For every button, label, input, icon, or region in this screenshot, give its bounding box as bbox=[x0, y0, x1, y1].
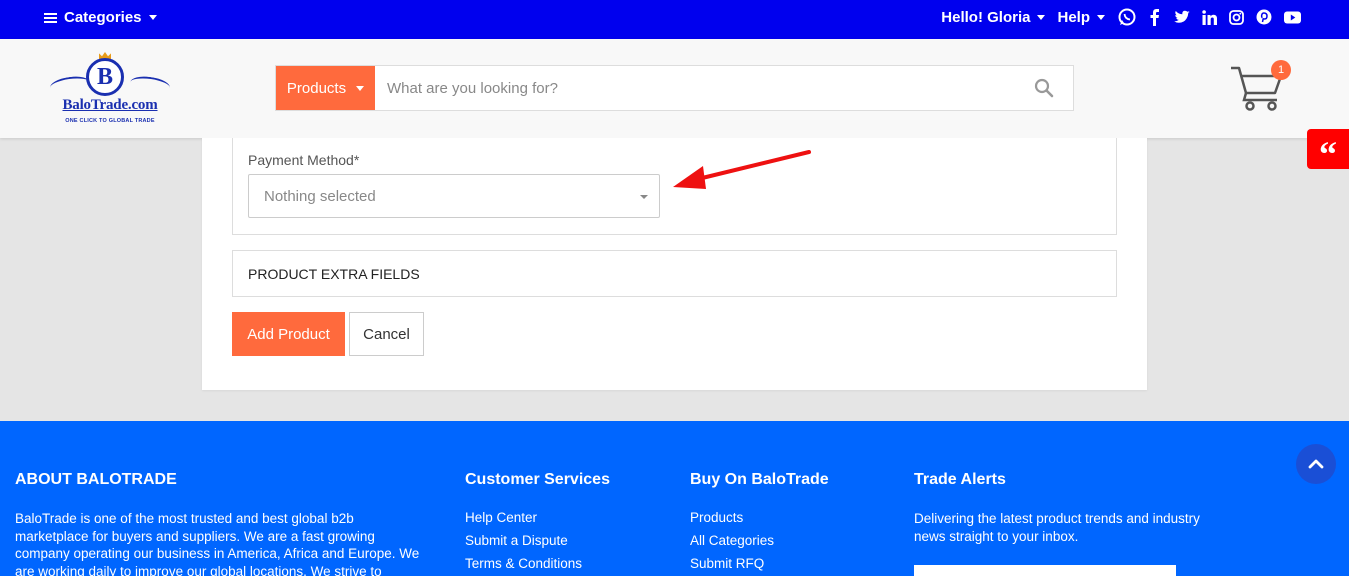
facebook-icon[interactable] bbox=[1149, 8, 1161, 26]
add-product-button[interactable]: Add Product bbox=[232, 312, 345, 356]
top-bar: Categories Hello! Gloria Help bbox=[0, 0, 1349, 39]
cancel-button[interactable]: Cancel bbox=[349, 312, 424, 356]
search-category-label: Products bbox=[286, 79, 347, 97]
search-input[interactable] bbox=[375, 66, 1015, 110]
footer-about-title: ABOUT BALOTRADE bbox=[15, 471, 177, 488]
footer-buy-on: Buy On BaloTrade Products All Categories… bbox=[690, 471, 890, 576]
payment-method-select[interactable]: Nothing selected bbox=[248, 174, 660, 218]
payment-method-label: Payment Method* bbox=[248, 152, 360, 168]
payment-method-value: Nothing selected bbox=[264, 188, 376, 205]
cart-button[interactable]: 1 bbox=[1229, 60, 1291, 112]
scroll-to-top-button[interactable] bbox=[1296, 444, 1336, 484]
cart-count-badge: 1 bbox=[1271, 60, 1291, 80]
logo-wordmark: BaloTrade.com bbox=[62, 97, 158, 113]
search-category-dropdown[interactable]: Products bbox=[276, 66, 375, 110]
footer-customer-services-title: Customer Services bbox=[465, 471, 610, 488]
footer-about: ABOUT BALOTRADE BaloTrade is one of the … bbox=[15, 471, 430, 576]
newsletter-email-input[interactable] bbox=[914, 565, 1176, 576]
instagram-icon[interactable] bbox=[1229, 9, 1244, 25]
annotation-arrow-icon bbox=[673, 150, 811, 189]
chevron-up-icon bbox=[1308, 459, 1324, 469]
footer-link-all-categories[interactable]: All Categories bbox=[690, 533, 890, 548]
caret-down-icon bbox=[148, 15, 157, 20]
logo-emblem: B bbox=[86, 58, 124, 96]
search-icon bbox=[1034, 78, 1054, 98]
caret-down-icon bbox=[640, 195, 648, 199]
footer-trade-alerts-text: Delivering the latest product trends and… bbox=[914, 511, 1200, 544]
site-footer: ABOUT BALOTRADE BaloTrade is one of the … bbox=[0, 421, 1349, 576]
caret-down-icon bbox=[1037, 14, 1046, 20]
top-right-nav: Hello! Gloria Help bbox=[941, 7, 1301, 27]
footer-link-help-center[interactable]: Help Center bbox=[465, 510, 665, 525]
logo-ornament bbox=[49, 74, 91, 96]
logo-ornament bbox=[129, 74, 171, 96]
account-menu[interactable]: Hello! Gloria bbox=[941, 8, 1046, 26]
menu-icon bbox=[44, 12, 57, 23]
caret-down-icon bbox=[1097, 14, 1105, 20]
footer-trade-alerts: Trade Alerts Delivering the latest produ… bbox=[914, 471, 1224, 545]
help-label: Help bbox=[1057, 8, 1090, 26]
footer-link-products[interactable]: Products bbox=[690, 510, 890, 525]
categories-menu[interactable]: Categories bbox=[44, 9, 157, 26]
footer-buy-on-title: Buy On BaloTrade bbox=[690, 471, 829, 488]
social-links bbox=[1117, 7, 1301, 27]
quote-request-button[interactable]: “ bbox=[1307, 129, 1349, 174]
footer-link-submit-dispute[interactable]: Submit a Dispute bbox=[465, 533, 665, 548]
footer-trade-alerts-title: Trade Alerts bbox=[914, 471, 1006, 488]
help-menu[interactable]: Help bbox=[1057, 9, 1105, 26]
logo-tagline: ONE CLICK TO GLOBAL TRADE bbox=[65, 118, 155, 124]
footer-link-terms[interactable]: Terms & Conditions bbox=[465, 556, 665, 571]
footer-customer-services: Customer Services Help Center Submit a D… bbox=[465, 471, 665, 576]
whatsapp-icon[interactable] bbox=[1117, 7, 1137, 27]
search-bar: Products bbox=[275, 65, 1074, 111]
balotrade-logo[interactable]: B BaloTrade.com ONE CLICK TO GLOBAL TRAD… bbox=[48, 51, 172, 127]
extra-fields-heading: PRODUCT EXTRA FIELDS bbox=[248, 266, 420, 282]
categories-label: Categories bbox=[64, 9, 142, 26]
footer-about-text: BaloTrade is one of the most trusted and… bbox=[15, 511, 420, 576]
pinterest-icon[interactable] bbox=[1256, 9, 1272, 25]
product-extra-fields-panel[interactable]: PRODUCT EXTRA FIELDS bbox=[232, 250, 1117, 297]
greeting-label: Hello! Gloria bbox=[941, 8, 1031, 26]
site-header: B BaloTrade.com ONE CLICK TO GLOBAL TRAD… bbox=[0, 39, 1349, 174]
search-button[interactable] bbox=[1015, 66, 1073, 110]
caret-down-icon bbox=[356, 85, 365, 91]
youtube-icon[interactable] bbox=[1284, 11, 1301, 24]
twitter-icon[interactable] bbox=[1173, 10, 1190, 25]
linkedin-icon[interactable] bbox=[1202, 9, 1217, 25]
footer-link-submit-rfq[interactable]: Submit RFQ bbox=[690, 556, 890, 571]
